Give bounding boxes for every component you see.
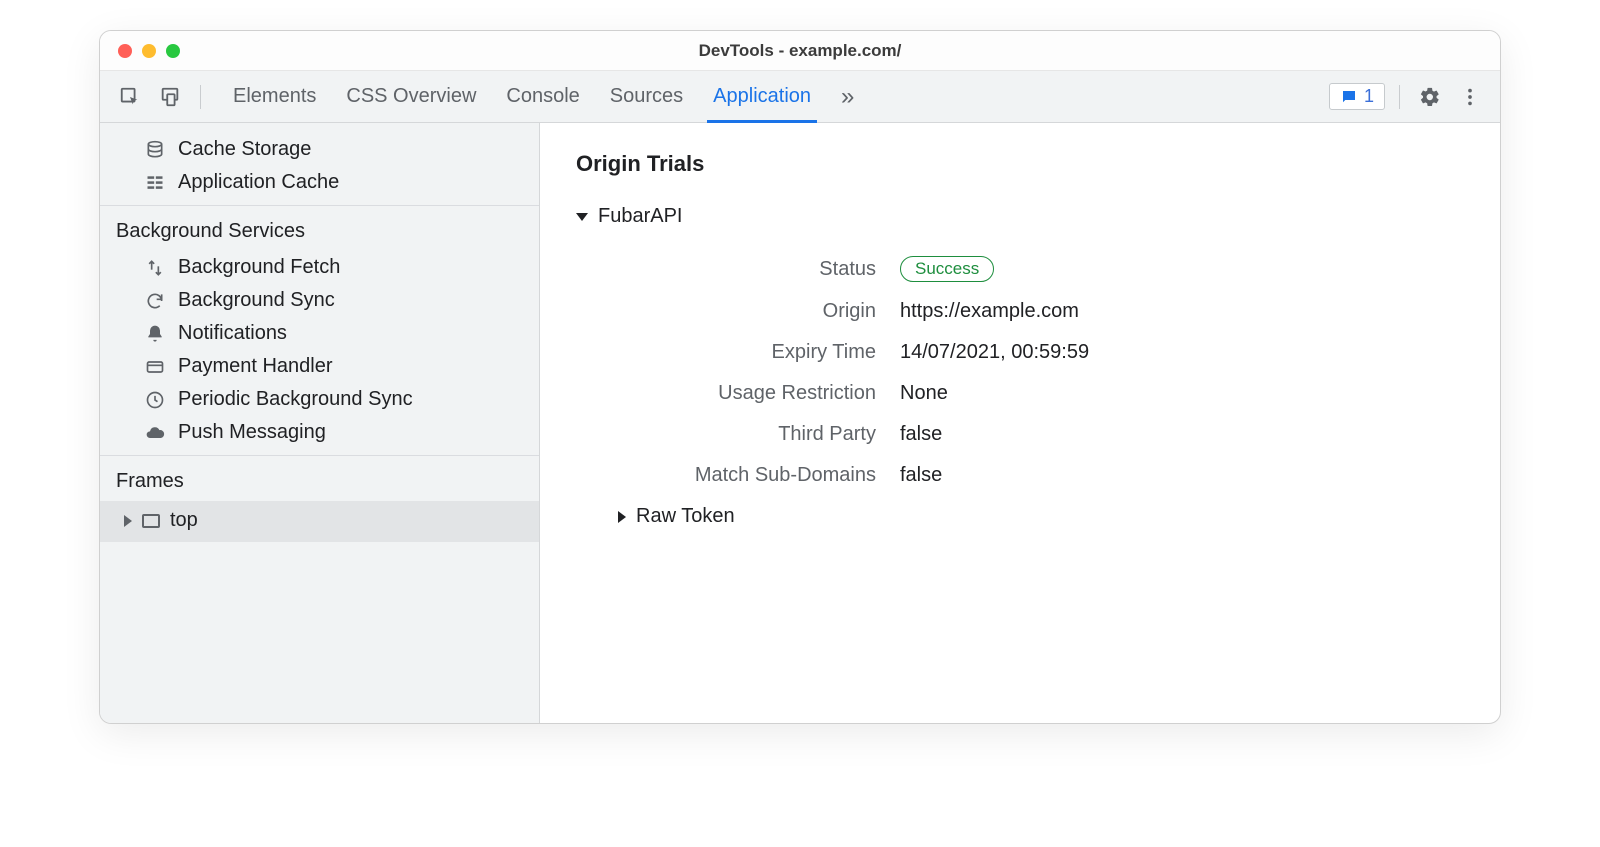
frame-label: top [170, 509, 198, 532]
more-tabs-button[interactable]: » [841, 71, 854, 122]
sidebar-item-background-fetch[interactable]: Background Fetch [100, 251, 539, 284]
gear-icon [1419, 86, 1441, 108]
frame-icon [142, 514, 160, 528]
trial-name-label: FubarAPI [598, 205, 682, 228]
status-badge: Success [900, 256, 994, 282]
field-value: false [900, 423, 942, 446]
issues-icon [1340, 88, 1358, 106]
sidebar-item-cache-storage[interactable]: Cache Storage [100, 133, 539, 166]
sidebar-item-label: Application Cache [178, 171, 339, 194]
tab-application[interactable]: Application [713, 71, 811, 122]
field-label: Expiry Time [576, 341, 876, 364]
field-third-party: Third Party false [576, 423, 1464, 446]
database-icon [144, 140, 166, 160]
window-close-button[interactable] [118, 44, 132, 58]
field-match-sub-domains: Match Sub-Domains false [576, 464, 1464, 487]
raw-token-label: Raw Token [636, 505, 735, 528]
sidebar-item-label: Cache Storage [178, 138, 311, 161]
sidebar-bg-services-group: Background Services Background Fetch Bac… [100, 206, 539, 456]
tab-css-overview[interactable]: CSS Overview [346, 71, 476, 122]
sidebar-item-notifications[interactable]: Notifications [100, 317, 539, 350]
field-status: Status Success [576, 256, 1464, 282]
window-title: DevTools - example.com/ [100, 41, 1500, 61]
raw-token-toggle[interactable]: Raw Token [618, 505, 1464, 528]
sidebar-item-frame-top[interactable]: top [100, 501, 539, 542]
settings-button[interactable] [1414, 81, 1446, 113]
origin-trial-entry[interactable]: FubarAPI [576, 205, 1464, 228]
fetch-icon [144, 258, 166, 278]
application-sidebar: Cache Storage Application Cache Backgrou… [100, 123, 540, 723]
window-titlebar: DevTools - example.com/ [100, 31, 1500, 71]
field-label: Status [576, 258, 876, 281]
panel-body: Cache Storage Application Cache Backgrou… [100, 123, 1500, 723]
toolbar-separator [200, 85, 201, 109]
cloud-icon [144, 423, 166, 443]
bell-icon [144, 324, 166, 344]
expand-arrow-icon [124, 515, 132, 527]
field-value: 14/07/2021, 00:59:59 [900, 341, 1089, 364]
sync-icon [144, 291, 166, 311]
tab-sources[interactable]: Sources [610, 71, 683, 122]
sidebar-section-header: Background Services [100, 210, 539, 251]
panel-heading: Origin Trials [576, 151, 1464, 177]
field-label: Origin [576, 300, 876, 323]
sidebar-item-label: Payment Handler [178, 355, 333, 378]
toolbar-separator [1399, 85, 1400, 109]
origin-trials-panel: Origin Trials FubarAPI Status Success Or… [540, 123, 1500, 723]
sidebar-item-periodic-background-sync[interactable]: Periodic Background Sync [100, 383, 539, 416]
panel-tabs: Elements CSS Overview Console Sources Ap… [233, 71, 1321, 122]
toolbar-right: 1 [1329, 81, 1486, 113]
sidebar-frames-group: Frames top [100, 456, 539, 548]
issues-button[interactable]: 1 [1329, 83, 1385, 110]
device-toolbar-button[interactable] [154, 81, 186, 113]
sidebar-cache-group: Cache Storage Application Cache [100, 123, 539, 206]
field-label: Third Party [576, 423, 876, 446]
sidebar-item-push-messaging[interactable]: Push Messaging [100, 416, 539, 449]
field-origin: Origin https://example.com [576, 300, 1464, 323]
window-zoom-button[interactable] [166, 44, 180, 58]
sidebar-section-header: Frames [100, 460, 539, 501]
collapse-arrow-icon [576, 213, 588, 221]
card-icon [144, 357, 166, 377]
traffic-lights [100, 44, 180, 58]
kebab-icon [1459, 86, 1481, 108]
sidebar-item-label: Background Fetch [178, 256, 340, 279]
grid-icon [144, 173, 166, 193]
devtools-window: DevTools - example.com/ Elements CSS Ove… [99, 30, 1501, 724]
field-label: Match Sub-Domains [576, 464, 876, 487]
field-expiry-time: Expiry Time 14/07/2021, 00:59:59 [576, 341, 1464, 364]
field-value: https://example.com [900, 300, 1079, 323]
field-usage-restriction: Usage Restriction None [576, 382, 1464, 405]
field-value: None [900, 382, 948, 405]
sidebar-item-label: Periodic Background Sync [178, 388, 413, 411]
sidebar-item-label: Background Sync [178, 289, 335, 312]
kebab-menu-button[interactable] [1454, 81, 1486, 113]
sidebar-item-payment-handler[interactable]: Payment Handler [100, 350, 539, 383]
window-minimize-button[interactable] [142, 44, 156, 58]
issues-count: 1 [1364, 86, 1374, 107]
sidebar-item-label: Notifications [178, 322, 287, 345]
field-label: Usage Restriction [576, 382, 876, 405]
tab-console[interactable]: Console [506, 71, 579, 122]
sidebar-item-background-sync[interactable]: Background Sync [100, 284, 539, 317]
inspect-element-button[interactable] [114, 81, 146, 113]
tab-elements[interactable]: Elements [233, 71, 316, 122]
expand-arrow-icon [618, 511, 626, 523]
field-value: false [900, 464, 942, 487]
clock-icon [144, 390, 166, 410]
devtools-toolbar: Elements CSS Overview Console Sources Ap… [100, 71, 1500, 123]
sidebar-item-label: Push Messaging [178, 421, 326, 444]
sidebar-item-application-cache[interactable]: Application Cache [100, 166, 539, 199]
